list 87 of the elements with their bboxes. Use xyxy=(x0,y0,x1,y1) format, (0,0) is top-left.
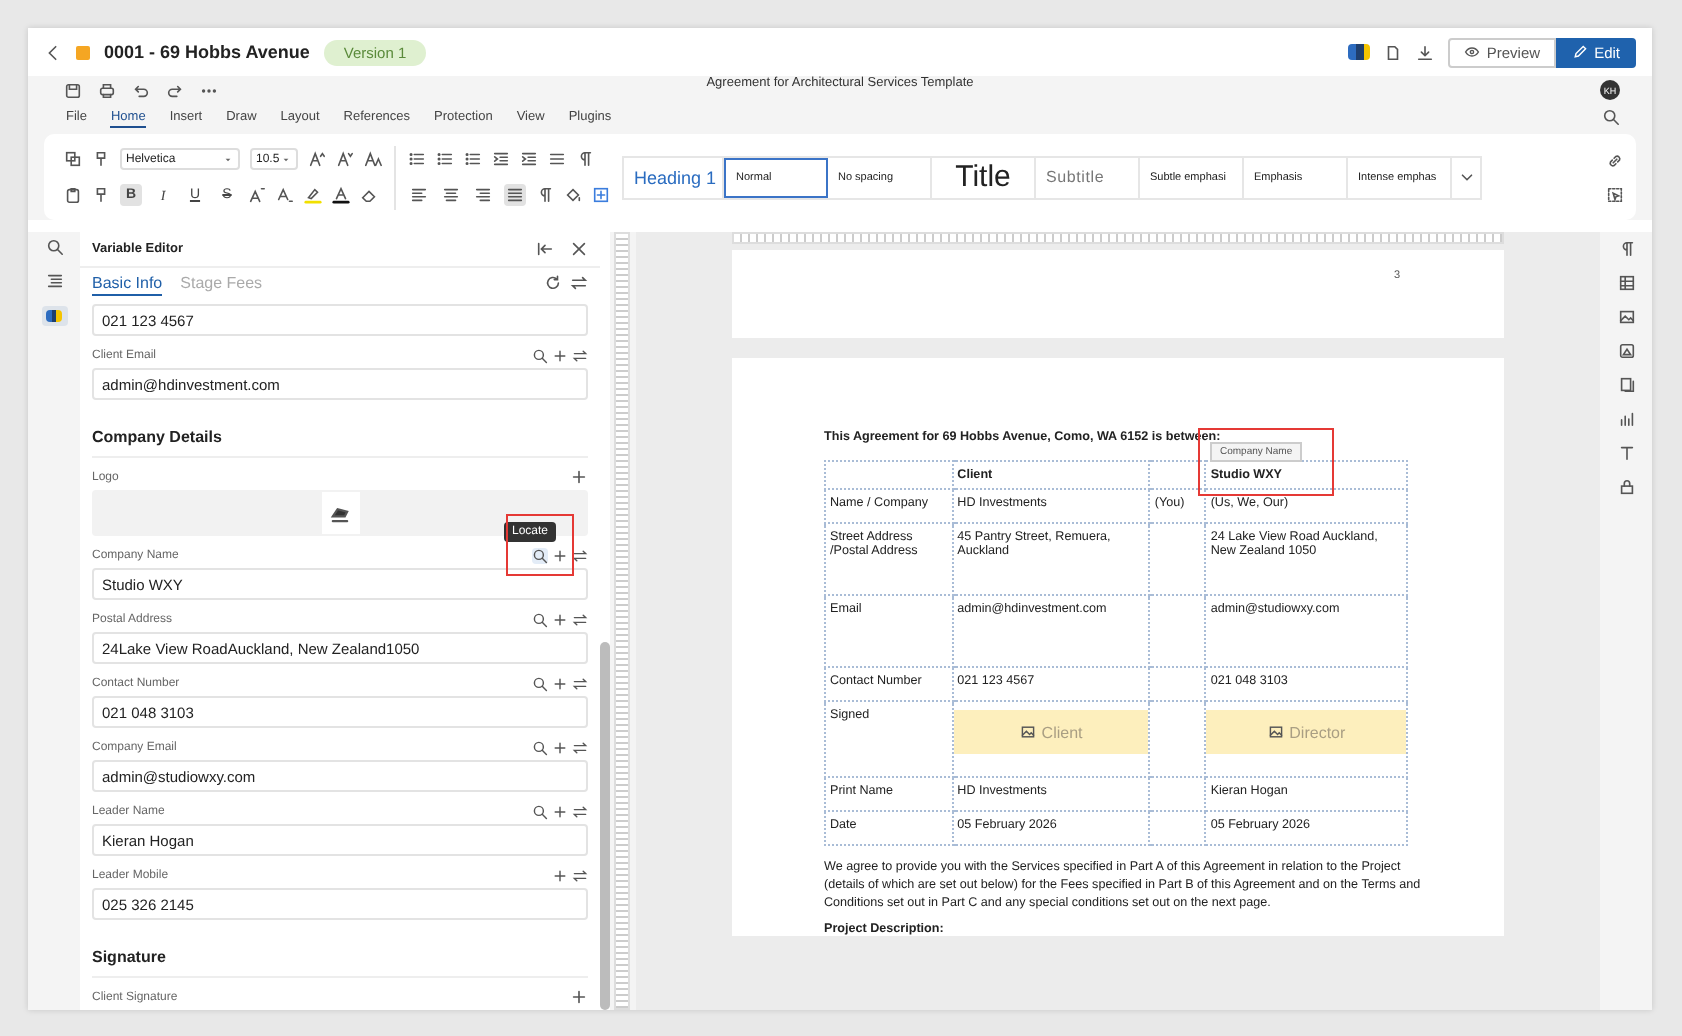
table-icon[interactable] xyxy=(1617,274,1635,292)
clear-format-icon[interactable] xyxy=(92,186,110,204)
swap-icon[interactable] xyxy=(572,547,588,563)
back-icon[interactable] xyxy=(44,43,62,61)
pages-icon[interactable] xyxy=(1617,376,1635,394)
multilevel-list-icon[interactable] xyxy=(464,150,482,168)
scrollbar-thumb[interactable] xyxy=(600,642,610,1010)
download-icon[interactable] xyxy=(1416,43,1435,61)
document-icon[interactable] xyxy=(1384,43,1403,61)
eye-icon xyxy=(1464,44,1481,60)
numbered-list-icon[interactable] xyxy=(436,150,454,168)
change-case-icon[interactable] xyxy=(364,150,382,168)
search-icon[interactable] xyxy=(532,803,548,819)
style-preset[interactable]: Subtitle xyxy=(1036,157,1140,197)
highlight-icon[interactable] xyxy=(304,186,322,204)
search-icon[interactable] xyxy=(532,675,548,691)
save-icon[interactable] xyxy=(64,81,82,99)
add-icon[interactable] xyxy=(570,468,588,486)
search-icon[interactable] xyxy=(532,347,548,363)
chart-icon[interactable] xyxy=(1617,410,1635,428)
add-icon[interactable] xyxy=(552,675,568,691)
swap-icon[interactable] xyxy=(572,675,588,691)
swap-icon[interactable] xyxy=(570,274,588,293)
link-icon[interactable] xyxy=(1606,151,1624,169)
swap-icon[interactable] xyxy=(572,611,588,627)
add-icon[interactable] xyxy=(570,988,588,1006)
print-icon[interactable] xyxy=(98,81,116,99)
variables-icon[interactable] xyxy=(41,306,67,326)
shading-icon[interactable] xyxy=(564,186,582,204)
format-painter-icon[interactable] xyxy=(92,150,110,168)
paragraph-icon[interactable] xyxy=(576,150,594,168)
swap-icon[interactable] xyxy=(572,739,588,755)
bullet-list-icon[interactable] xyxy=(408,150,426,168)
lock-icon[interactable] xyxy=(1617,478,1635,496)
add-icon[interactable] xyxy=(552,803,568,819)
caret-icon xyxy=(222,153,234,165)
collapse-icon[interactable] xyxy=(536,240,554,259)
outline-icon[interactable] xyxy=(45,272,63,290)
pilcrow-icon[interactable] xyxy=(536,186,554,204)
section-heading: Company Details xyxy=(92,400,588,458)
swap-icon[interactable] xyxy=(572,867,588,883)
image-icon xyxy=(1019,724,1036,740)
project-icon xyxy=(76,45,90,59)
close-icon[interactable] xyxy=(570,240,588,259)
expand-icon[interactable] xyxy=(1457,168,1475,186)
panel-tab[interactable]: Basic Info xyxy=(92,271,163,296)
style-preset[interactable]: Title xyxy=(932,157,1036,197)
paragraph-icon[interactable] xyxy=(1617,240,1635,258)
eraser-icon[interactable] xyxy=(360,186,378,204)
image-icon[interactable] xyxy=(1617,308,1635,326)
swap-icon[interactable] xyxy=(572,347,588,363)
decrease-indent-icon[interactable] xyxy=(492,150,510,168)
add-icon[interactable] xyxy=(552,739,568,755)
project-title: 0001 - 69 Hobbs Avenue xyxy=(104,42,310,62)
search-icon[interactable] xyxy=(532,547,548,563)
swap-icon[interactable] xyxy=(572,803,588,819)
increase-indent-icon[interactable] xyxy=(520,150,538,168)
add-icon[interactable] xyxy=(552,347,568,363)
section-heading: Signature xyxy=(92,920,588,978)
paste-icon[interactable] xyxy=(64,186,82,204)
text-icon[interactable] xyxy=(1617,444,1635,462)
search-icon[interactable] xyxy=(532,611,548,627)
superscript-icon[interactable] xyxy=(248,186,266,204)
line-spacing-icon[interactable] xyxy=(548,150,566,168)
border-icon[interactable] xyxy=(592,186,610,204)
shrink-font-icon[interactable] xyxy=(336,150,354,168)
app-logo-icon[interactable] xyxy=(1348,44,1371,60)
font-color-icon[interactable] xyxy=(332,186,350,204)
select-icon[interactable] xyxy=(1606,185,1624,203)
add-icon[interactable] xyxy=(552,611,568,627)
grow-font-icon[interactable] xyxy=(308,150,326,168)
style-preset[interactable]: Heading 1 xyxy=(624,157,724,197)
logo-area[interactable] xyxy=(92,490,588,536)
undo-icon[interactable] xyxy=(132,81,150,99)
refresh-icon[interactable] xyxy=(544,274,562,293)
copy-icon[interactable] xyxy=(64,150,82,168)
add-icon[interactable] xyxy=(552,867,568,883)
image-icon xyxy=(1267,724,1284,740)
pencil-icon xyxy=(1572,44,1589,60)
search-icon[interactable] xyxy=(1602,108,1620,126)
search-icon[interactable] xyxy=(532,739,548,755)
add-icon[interactable] xyxy=(552,547,568,563)
search-icon[interactable] xyxy=(45,238,63,256)
redo-icon[interactable] xyxy=(166,81,184,99)
subscript-icon[interactable] xyxy=(276,186,294,204)
shape-icon[interactable] xyxy=(1617,342,1635,360)
caret-icon xyxy=(280,153,292,165)
